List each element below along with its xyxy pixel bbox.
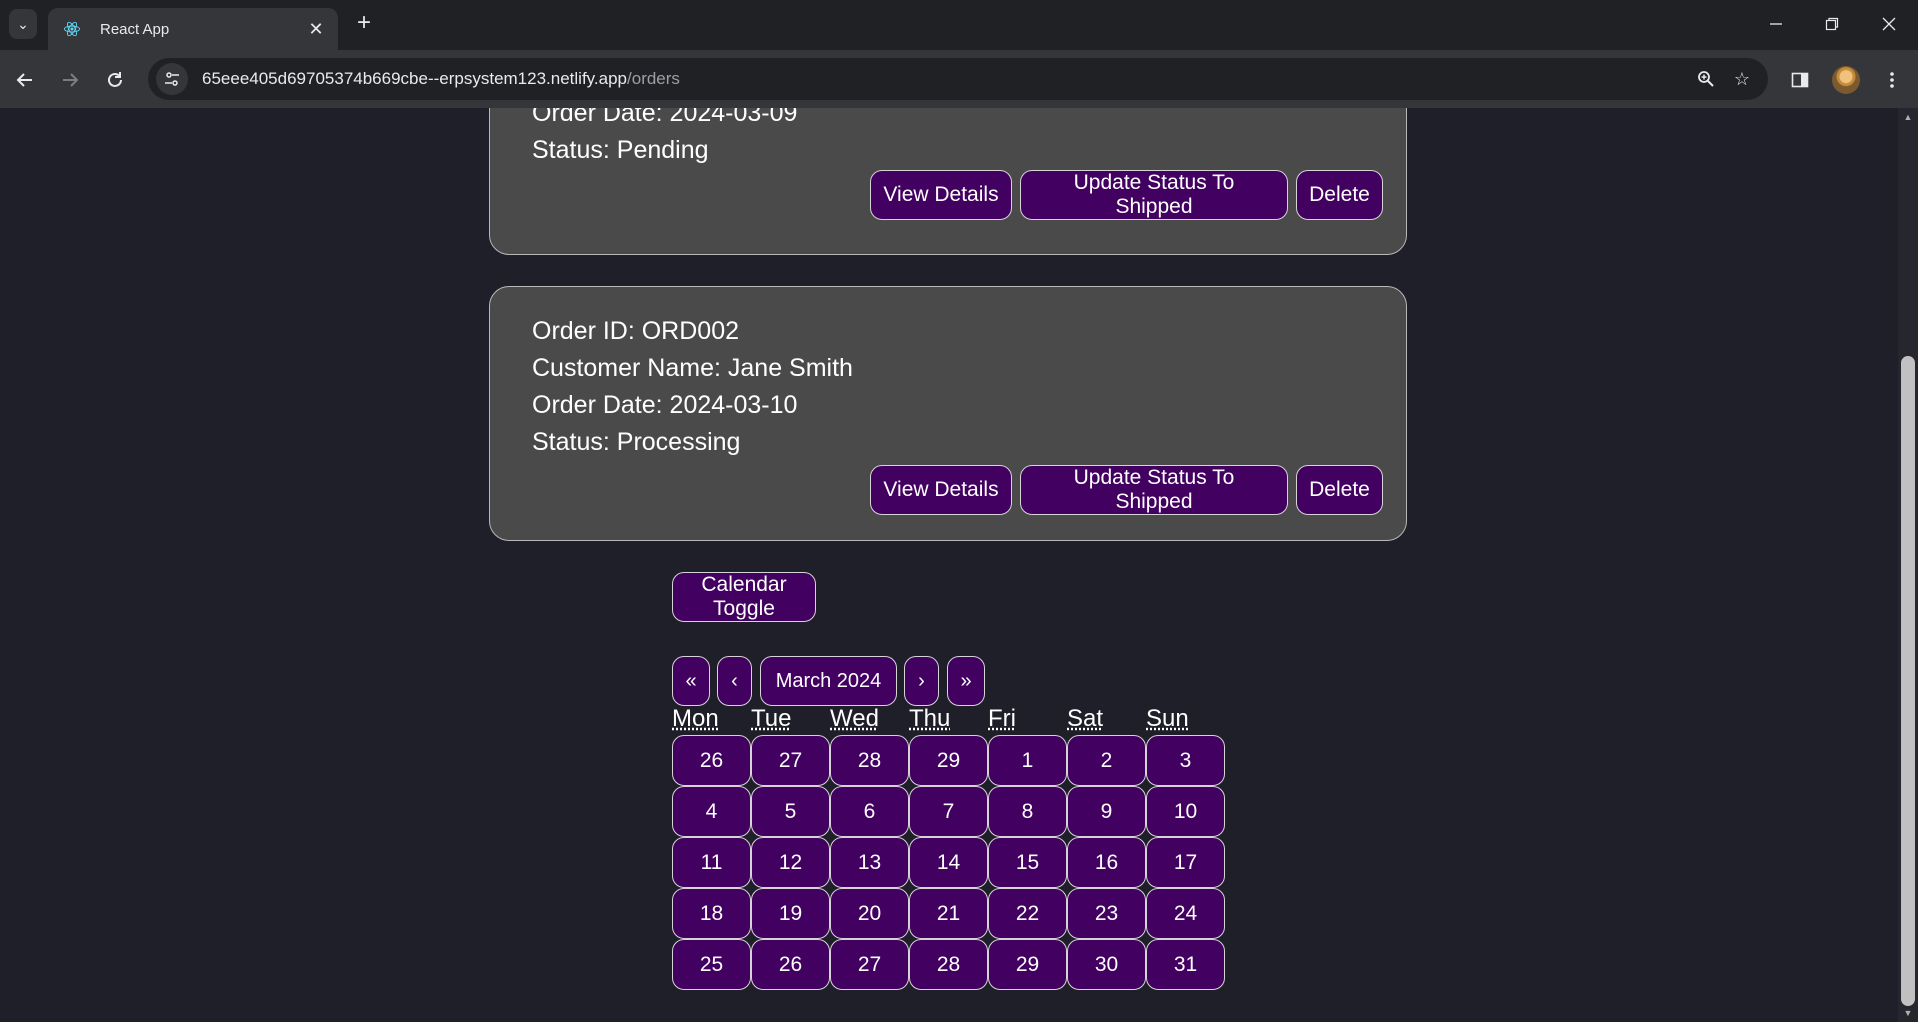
view-details-button[interactable]: View Details [870,465,1012,515]
update-status-button[interactable]: Update Status To Shipped [1020,170,1288,220]
url-path: /orders [627,69,680,88]
order-card: Order ID: ORD002 Customer Name: Jane Smi… [489,286,1407,541]
next-year-button[interactable]: » [947,656,985,706]
calendar-day[interactable]: 17 [1146,837,1225,888]
weekday-label: Fri [988,705,1016,732]
weekday-label: Wed [830,705,879,732]
page-content: Order Date: 2024-03-09 Status: Pending V… [0,108,1898,1022]
calendar-toggle-button[interactable]: Calendar Toggle [672,572,816,622]
url-text: 65eee405d69705374b669cbe--erpsystem123.n… [202,69,1688,89]
calendar-day[interactable]: 10 [1146,786,1225,837]
scroll-thumb[interactable] [1901,356,1915,1006]
weekday-label: Mon [672,705,719,732]
calendar-day[interactable]: 20 [830,888,909,939]
calendar-day[interactable]: 16 [1067,837,1146,888]
order-status: Status: Pending [532,136,709,164]
calendar-day[interactable]: 30 [1067,939,1146,990]
window-close-icon[interactable] [1866,8,1912,40]
back-icon[interactable] [9,64,41,96]
order-date: Order Date: 2024-03-09 [532,108,798,127]
new-tab-icon[interactable]: + [350,10,378,38]
calendar-day[interactable]: 27 [751,735,830,786]
calendar-day[interactable]: 9 [1067,786,1146,837]
tab-search-icon[interactable]: ⌄ [9,9,37,39]
calendar-day[interactable]: 26 [751,939,830,990]
tab-react-app[interactable]: React App ✕ [48,8,338,50]
customer-name: Customer Name: Jane Smith [532,354,853,382]
next-month-button[interactable]: › [904,656,939,706]
site-info-icon[interactable] [156,63,188,95]
bookmark-star-icon[interactable]: ☆ [1724,63,1760,95]
calendar-day[interactable]: 19 [751,888,830,939]
calendar-day[interactable]: 14 [909,837,988,888]
address-bar[interactable]: 65eee405d69705374b669cbe--erpsystem123.n… [148,58,1768,100]
calendar-day[interactable]: 3 [1146,735,1225,786]
tab-title: React App [100,20,170,38]
calendar-day[interactable]: 7 [909,786,988,837]
scroll-up-icon[interactable]: ▲ [1903,112,1913,122]
calendar-day[interactable]: 5 [751,786,830,837]
calendar-day[interactable]: 25 [672,939,751,990]
zoom-icon[interactable] [1688,63,1724,95]
update-status-button[interactable]: Update Status To Shipped [1020,465,1288,515]
calendar-day[interactable]: 23 [1067,888,1146,939]
calendar-day[interactable]: 2 [1067,735,1146,786]
calendar-day[interactable]: 11 [672,837,751,888]
url-host: 65eee405d69705374b669cbe--erpsystem123.n… [202,69,628,88]
forward-icon[interactable] [54,64,86,96]
order-status: Status: Processing [532,428,741,456]
profile-avatar[interactable] [1832,66,1860,94]
prev-year-button[interactable]: « [672,656,710,706]
browser-toolbar: 65eee405d69705374b669cbe--erpsystem123.n… [0,50,1918,108]
weekday-label: Thu [909,705,951,732]
order-id: Order ID: ORD002 [532,317,740,345]
calendar-day[interactable]: 31 [1146,939,1225,990]
prev-month-button[interactable]: ‹ [717,656,752,706]
calendar-day[interactable]: 15 [988,837,1067,888]
order-card: Order Date: 2024-03-09 Status: Pending V… [489,108,1407,255]
calendar-day[interactable]: 26 [672,735,751,786]
calendar-day[interactable]: 24 [1146,888,1225,939]
reload-icon[interactable] [99,64,131,96]
close-icon[interactable]: ✕ [302,19,330,40]
weekday-label: Sun [1146,705,1189,732]
delete-button[interactable]: Delete [1296,170,1383,220]
calendar-day[interactable]: 18 [672,888,751,939]
calendar-day[interactable]: 4 [672,786,751,837]
calendar-day[interactable]: 8 [988,786,1067,837]
calendar-day[interactable]: 29 [909,735,988,786]
calendar-day[interactable]: 22 [988,888,1067,939]
weekday-label: Tue [751,705,792,732]
page-scrollbar[interactable]: ▲ ▼ [1898,108,1918,1022]
minimize-icon[interactable] [1753,8,1799,40]
calendar-day[interactable]: 28 [830,735,909,786]
calendar-month-label[interactable]: March 2024 [760,656,897,706]
menu-icon[interactable] [1876,64,1908,96]
calendar-day[interactable]: 29 [988,939,1067,990]
calendar-day[interactable]: 13 [830,837,909,888]
calendar-day[interactable]: 6 [830,786,909,837]
order-date: Order Date: 2024-03-10 [532,391,798,419]
side-panel-icon[interactable] [1784,64,1816,96]
restore-icon[interactable] [1809,8,1855,40]
delete-button[interactable]: Delete [1296,465,1383,515]
calendar-day[interactable]: 21 [909,888,988,939]
calendar-day[interactable]: 1 [988,735,1067,786]
view-details-button[interactable]: View Details [870,170,1012,220]
calendar-day[interactable]: 28 [909,939,988,990]
weekday-label: Sat [1067,705,1104,732]
tab-strip: ⌄ React App ✕ + [0,0,1918,50]
calendar-day[interactable]: 12 [751,837,830,888]
calendar-day[interactable]: 27 [830,939,909,990]
scroll-down-icon[interactable]: ▼ [1903,1008,1913,1018]
react-logo-icon [62,19,82,39]
